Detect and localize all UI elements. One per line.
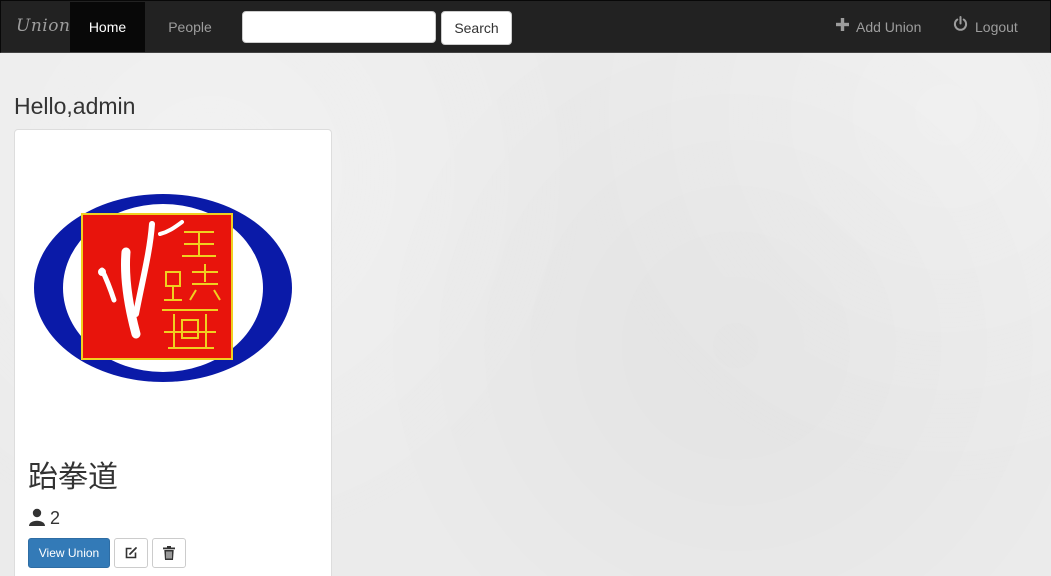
search-input[interactable] [242, 11, 436, 43]
logout-link[interactable]: Logout [953, 2, 1025, 52]
add-union-label: Add Union [856, 19, 922, 35]
brand-logo[interactable]: Union [16, 1, 70, 52]
add-union-link[interactable]: Add Union [836, 2, 931, 52]
greeting-heading: Hello,admin [14, 93, 136, 119]
union-logo-image [32, 192, 294, 391]
union-card: 跆拳道 2 View Union [14, 129, 332, 576]
nav-home[interactable]: Home [70, 2, 145, 52]
logout-label: Logout [975, 19, 1018, 35]
nav-people[interactable]: People [153, 2, 227, 52]
search-button[interactable]: Search [441, 11, 512, 45]
trash-icon [163, 546, 175, 560]
delete-union-button[interactable] [152, 538, 186, 568]
top-navbar: Union Home People Search Add Union Logou… [0, 0, 1051, 53]
power-icon [953, 1, 968, 51]
edit-icon [125, 547, 137, 559]
edit-union-button[interactable] [114, 538, 148, 568]
view-union-button[interactable]: View Union [28, 538, 110, 568]
member-count: 2 [28, 507, 60, 531]
user-icon [28, 508, 46, 531]
union-name: 跆拳道 [28, 460, 118, 495]
plus-icon [836, 1, 849, 51]
member-count-value: 2 [50, 508, 61, 528]
